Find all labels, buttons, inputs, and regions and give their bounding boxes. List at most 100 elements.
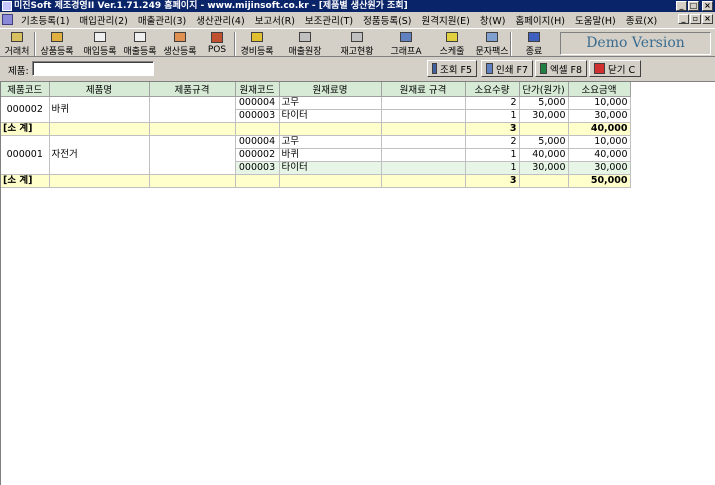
menu-bar: 기초등록(1) 매입관리(2) 매출관리(3) 생산관리(4) 보고서(R) 보조관리(T… [0, 12, 715, 27]
unit-price-cell: 5,000 [519, 96, 569, 110]
menu-item-7[interactable]: 정품등록(S) [358, 13, 416, 27]
toolbar-button-12[interactable]: 문자팩스 [472, 30, 512, 57]
toolbar-button-4[interactable]: 매출등록 [120, 30, 160, 57]
toolbar-button-6[interactable]: POS [202, 30, 232, 57]
product-box-icon [51, 32, 63, 42]
amount-cell: 10,000 [568, 96, 631, 110]
product-filter-input[interactable] [32, 61, 154, 76]
subtotal-row[interactable]: [소 계] 3 40,000 [1, 122, 631, 136]
action-button-2[interactable]: 인쇄 F7 [481, 60, 533, 77]
material-code-cell: 000004 [235, 96, 280, 110]
maximize-button[interactable]: □ [688, 1, 699, 11]
child-restore-button[interactable]: ▫ [690, 14, 701, 24]
material-spec-cell [381, 109, 466, 123]
column-header[interactable]: 원재코드 [235, 82, 280, 97]
toolbar-separator [510, 32, 512, 56]
child-minimize-button[interactable]: _ [678, 14, 689, 24]
unit-price-cell: 30,000 [519, 161, 569, 175]
column-header[interactable]: 원재료명 [279, 82, 382, 97]
unit-price-cell: 5,000 [519, 135, 569, 149]
material-code-cell: 000004 [235, 135, 280, 149]
quantity-cell: 2 [465, 135, 520, 149]
action-button-3[interactable]: 엑셀 F8 [535, 60, 587, 77]
menu-item-1[interactable]: 기초등록(1) [16, 13, 74, 27]
material-name-cell: 고무 [279, 96, 382, 110]
menu-item-3[interactable]: 매출관리(3) [133, 13, 191, 27]
action-button-4[interactable]: 닫기 C [589, 60, 641, 77]
toolbar-button-label: 그래프A [390, 47, 422, 57]
amount-cell: 30,000 [568, 161, 631, 175]
search-icon [432, 63, 437, 74]
quantity-cell: 1 [465, 161, 520, 175]
menu-item-6[interactable]: 보조관리(T) [300, 13, 358, 27]
filter-bar: 제품: 조회 F5 인쇄 F7 엑셀 F8 닫기 C [0, 58, 715, 80]
close-icon [594, 63, 605, 74]
subtotal-quantity: 3 [465, 174, 520, 188]
child-close-button[interactable]: × [702, 14, 713, 24]
close-window-button[interactable]: × [702, 1, 713, 11]
toolbar-button-13[interactable]: 종료 [516, 30, 552, 57]
toolbar-button-label: 생산등록 [163, 47, 197, 57]
toolbar-button-5[interactable]: 생산등록 [160, 30, 200, 57]
toolbar-button-label: 매입등록 [83, 47, 117, 57]
sales-ledger-icon [299, 32, 311, 42]
action-button-label: 인쇄 F7 [495, 64, 528, 76]
child-window-icon[interactable] [2, 14, 13, 25]
menu-item-8[interactable]: 원격지원(E) [417, 13, 475, 27]
quantity-cell: 2 [465, 96, 520, 110]
menu-item-11[interactable]: 도움말(H) [570, 13, 621, 27]
column-header[interactable]: 제품규격 [149, 82, 236, 97]
subtotal-empty [235, 122, 280, 136]
quantity-cell: 1 [465, 109, 520, 123]
subtotal-empty [381, 174, 466, 188]
column-header[interactable]: 제품코드 [1, 82, 50, 97]
column-header[interactable]: 제품명 [49, 82, 150, 97]
product-filter-label: 제품: [8, 66, 29, 77]
subtotal-row[interactable]: [소 계] 3 50,000 [1, 174, 631, 188]
material-name-cell: 바퀴 [279, 148, 382, 162]
toolbar-button-label: 상품등록 [40, 47, 74, 57]
toolbar-button-11[interactable]: 스케줄 [434, 30, 470, 57]
subtotal-empty [149, 122, 236, 136]
column-header[interactable]: 원재료 규격 [381, 82, 466, 97]
action-button-label: 엑셀 F8 [549, 64, 582, 76]
result-grid[interactable]: 제품코드 제품명 제품규격 원재코드 원재료명 원재료 규격 소요수량 단가(원가) 소요금액 … [0, 81, 715, 485]
sales-doc-icon [134, 32, 146, 42]
menu-item-12[interactable]: 종료(X) [621, 13, 662, 27]
material-name-cell: 타이터 [279, 109, 382, 123]
toolbar-button-8[interactable]: 매출원장 [282, 30, 328, 57]
menu-item-5[interactable]: 보고서(R) [250, 13, 300, 27]
toolbar-button-3[interactable]: 매입등록 [80, 30, 120, 57]
cost-table: 제품코드 제품명 제품규격 원재코드 원재료명 원재료 규격 소요수량 단가(원가) 소요금액 … [1, 82, 631, 188]
material-spec-cell [381, 161, 466, 175]
toolbar-button-7[interactable]: 경비등록 [238, 30, 276, 57]
toolbar-button-9[interactable]: 재고현황 [332, 30, 382, 57]
column-header[interactable]: 소요수량 [465, 82, 520, 97]
table-row[interactable]: 000001 자전거 000004 고무 2 5,000 10,000 [1, 135, 631, 175]
product-code-cell: 000001 [1, 135, 50, 175]
menu-item-2[interactable]: 매입관리(2) [74, 13, 132, 27]
excel-icon [540, 63, 547, 74]
window-title: 미진Soft 제조경영II Ver.1.71.249 홈페이지 - www.mi… [14, 1, 408, 11]
action-button-label: 조회 F5 [439, 64, 472, 76]
minimize-button[interactable]: _ [676, 1, 687, 11]
printer-icon [486, 63, 493, 74]
amount-cell: 30,000 [568, 109, 631, 123]
subtotal-empty [519, 174, 569, 188]
table-row[interactable]: 000002 바퀴 000004 고무 2 5,000 10,000 [1, 96, 631, 123]
toolbar-button-10[interactable]: 그래프A [386, 30, 426, 57]
schedule-clock-icon [446, 32, 458, 42]
menu-item-10[interactable]: 홈페이지(H) [510, 13, 570, 27]
menu-item-4[interactable]: 생산관리(4) [191, 13, 249, 27]
toolbar-button-label: 매출원장 [288, 47, 322, 57]
column-header[interactable]: 소요금액 [568, 82, 631, 97]
action-button-1[interactable]: 조회 F5 [427, 60, 477, 77]
toolbar-button-label: 거래처 [4, 47, 30, 57]
subtotal-empty [49, 174, 150, 188]
toolbar-button-2[interactable]: 상품등록 [36, 30, 78, 57]
toolbar-button-1[interactable]: 거래처 [2, 30, 32, 57]
menu-item-9[interactable]: 창(W) [475, 13, 511, 27]
column-header[interactable]: 단가(원가) [519, 82, 569, 97]
material-code-cell: 000003 [235, 161, 280, 175]
client-book-icon [11, 32, 23, 42]
